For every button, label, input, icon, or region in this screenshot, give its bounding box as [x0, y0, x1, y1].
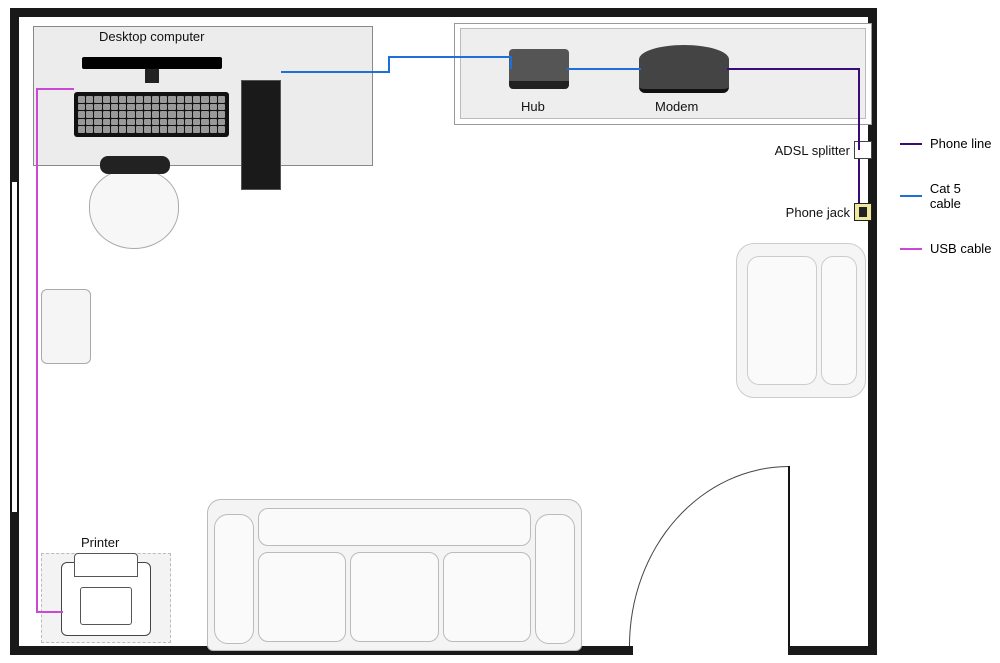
legend-usb-swatch: [900, 248, 922, 250]
door-swing-arc: [629, 466, 789, 646]
legend-cat5-line: Cat 5 cable: [900, 181, 995, 211]
legend-phone-label: Phone line: [930, 136, 991, 151]
office-chair-icon: [89, 169, 179, 249]
label-desktop: Desktop computer: [99, 29, 205, 44]
label-phonejack: Phone jack: [786, 205, 850, 220]
hub-icon: [509, 49, 569, 89]
label-adsl: ADSL splitter: [775, 143, 850, 158]
printer-icon: [61, 562, 151, 636]
label-hub: Hub: [521, 99, 545, 114]
side-table-icon: [41, 289, 91, 364]
adsl-splitter-icon: [854, 141, 872, 159]
label-printer: Printer: [81, 535, 119, 550]
legend-phone-line: Phone line: [900, 136, 995, 151]
modem-icon: [639, 45, 729, 93]
legend-phone-swatch: [900, 143, 922, 145]
room-floorplan: Desktop computer Hub Modem ADSL splitter…: [10, 8, 877, 655]
armchair-icon: [736, 243, 866, 398]
sofa-icon: [207, 499, 582, 651]
legend-usb-line: USB cable: [900, 241, 995, 256]
legend-usb-label: USB cable: [930, 241, 991, 256]
door-opening: [633, 646, 788, 655]
legend-cat5-swatch: [900, 195, 922, 197]
keyboard-icon: [74, 92, 229, 137]
legend: Phone line Cat 5 cable USB cable: [900, 136, 995, 286]
left-wall-window: [10, 182, 19, 512]
monitor-icon: [82, 57, 222, 69]
label-modem: Modem: [655, 99, 698, 114]
phone-jack-icon: [854, 203, 872, 221]
door-leaf: [788, 466, 790, 646]
computer-tower-icon: [241, 80, 281, 190]
legend-cat5-label: Cat 5 cable: [930, 181, 995, 211]
